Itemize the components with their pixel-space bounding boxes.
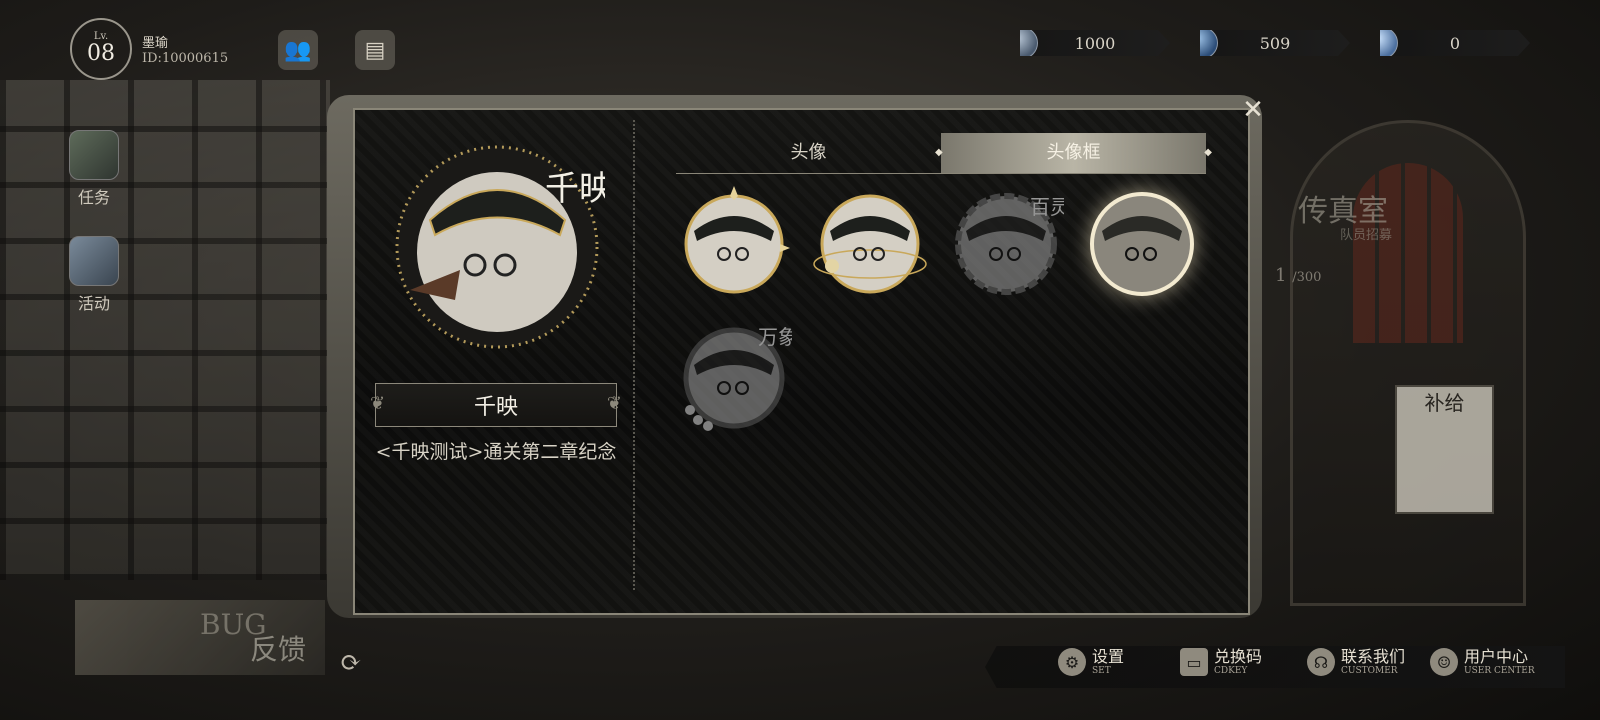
tab-bar: 头像 头像框 bbox=[676, 133, 1212, 174]
close-icon: ✕ bbox=[1242, 95, 1264, 125]
side-item-label: 任务 bbox=[77, 188, 110, 207]
refresh-icon[interactable]: ⟳ bbox=[340, 648, 362, 678]
frame-description: <千映测试>通关第二章纪念 bbox=[375, 441, 617, 463]
blue-gem-icon bbox=[1200, 30, 1218, 56]
user-center-button[interactable]: ☺ 用户中心 USER CENTER bbox=[1430, 648, 1535, 676]
user-icon: ☺ bbox=[1430, 648, 1458, 676]
counter-value: 1 bbox=[1275, 265, 1287, 286]
close-button[interactable]: ✕ bbox=[1238, 95, 1268, 125]
currency-crystal[interactable]: 0 bbox=[1380, 30, 1530, 56]
supply-poster: 补给 bbox=[1395, 385, 1494, 514]
player-info[interactable]: Lv. 08 墨瑜 ID:10000615 bbox=[70, 18, 228, 80]
counter-max: /300 bbox=[1292, 270, 1322, 285]
settings-button[interactable]: ⚙ 设置 SET bbox=[1058, 648, 1124, 676]
tab-avatar[interactable]: 头像 bbox=[676, 133, 941, 173]
notice-board-icon[interactable]: ▤ bbox=[355, 30, 395, 70]
currency-value: 0 bbox=[1449, 33, 1461, 53]
frame-name-plate: 千映 bbox=[370, 383, 622, 427]
crystal-icon bbox=[1380, 30, 1398, 56]
frame-item-locked[interactable]: 百灵 bbox=[948, 186, 1064, 302]
frame-item-locked[interactable]: 万象 bbox=[676, 320, 792, 436]
task-book-icon bbox=[69, 130, 119, 180]
level-value: 08 bbox=[87, 41, 115, 66]
menu-label: 兑换码 bbox=[1214, 647, 1263, 666]
background-counter: 1 /300 bbox=[1275, 265, 1321, 286]
player-uid: ID:10000615 bbox=[142, 51, 229, 66]
menu-label: 设置 bbox=[1092, 647, 1125, 666]
background-room-subtitle: 队员招募 bbox=[1340, 228, 1393, 243]
frame-calligraphy: 百灵 bbox=[1030, 195, 1064, 219]
bug-feedback-button[interactable]: BUG 反馈 bbox=[75, 600, 325, 675]
menu-sublabel: CUSTOMER bbox=[1341, 666, 1398, 676]
currency-gem[interactable]: 509 bbox=[1200, 30, 1350, 56]
frame-item[interactable] bbox=[676, 186, 792, 302]
frame-item[interactable] bbox=[812, 186, 928, 302]
selected-frame-preview: 千映 bbox=[395, 145, 605, 349]
friends-icon[interactable]: 👥 bbox=[278, 30, 318, 70]
silver-coin-icon bbox=[1020, 30, 1038, 56]
frame-calligraphy: 万象 bbox=[758, 325, 792, 349]
ticket-icon: ▭ bbox=[1180, 648, 1208, 676]
currency-silver[interactable]: 1000 bbox=[1020, 30, 1170, 56]
side-item-task[interactable]: 任务 bbox=[64, 130, 124, 208]
gear-icon: ⚙ bbox=[1058, 648, 1086, 676]
side-item-label: 活动 bbox=[77, 294, 110, 313]
feedback-text: 反馈 bbox=[250, 633, 307, 666]
frame-item-selected[interactable] bbox=[1084, 186, 1200, 302]
panel-divider bbox=[633, 120, 635, 590]
menu-sublabel: SET bbox=[1092, 666, 1111, 676]
menu-sublabel: CDKEY bbox=[1214, 666, 1248, 676]
level-badge: Lv. 08 bbox=[70, 18, 132, 80]
tab-avatar-frame[interactable]: 头像框 bbox=[935, 133, 1212, 173]
cdkey-button[interactable]: ▭ 兑换码 CDKEY bbox=[1180, 648, 1262, 676]
player-name: 墨瑜 bbox=[142, 36, 169, 51]
menu-sublabel: USER CENTER bbox=[1464, 666, 1535, 676]
currency-value: 509 bbox=[1259, 33, 1291, 53]
currency-value: 1000 bbox=[1074, 33, 1116, 53]
headset-icon: ☊ bbox=[1307, 648, 1335, 676]
frame-name: 千映 bbox=[473, 395, 518, 420]
supply-label: 补给 bbox=[1424, 391, 1465, 415]
menu-label: 用户中心 bbox=[1464, 647, 1529, 666]
menu-label: 联系我们 bbox=[1341, 647, 1406, 666]
frame-calligraphy: 千映 bbox=[545, 169, 605, 209]
side-item-event[interactable]: 活动 bbox=[64, 236, 124, 314]
background-window bbox=[0, 80, 330, 580]
event-icon bbox=[69, 236, 119, 286]
player-text: 墨瑜 ID:10000615 bbox=[142, 32, 228, 66]
customer-service-button[interactable]: ☊ 联系我们 CUSTOMER bbox=[1307, 648, 1405, 676]
